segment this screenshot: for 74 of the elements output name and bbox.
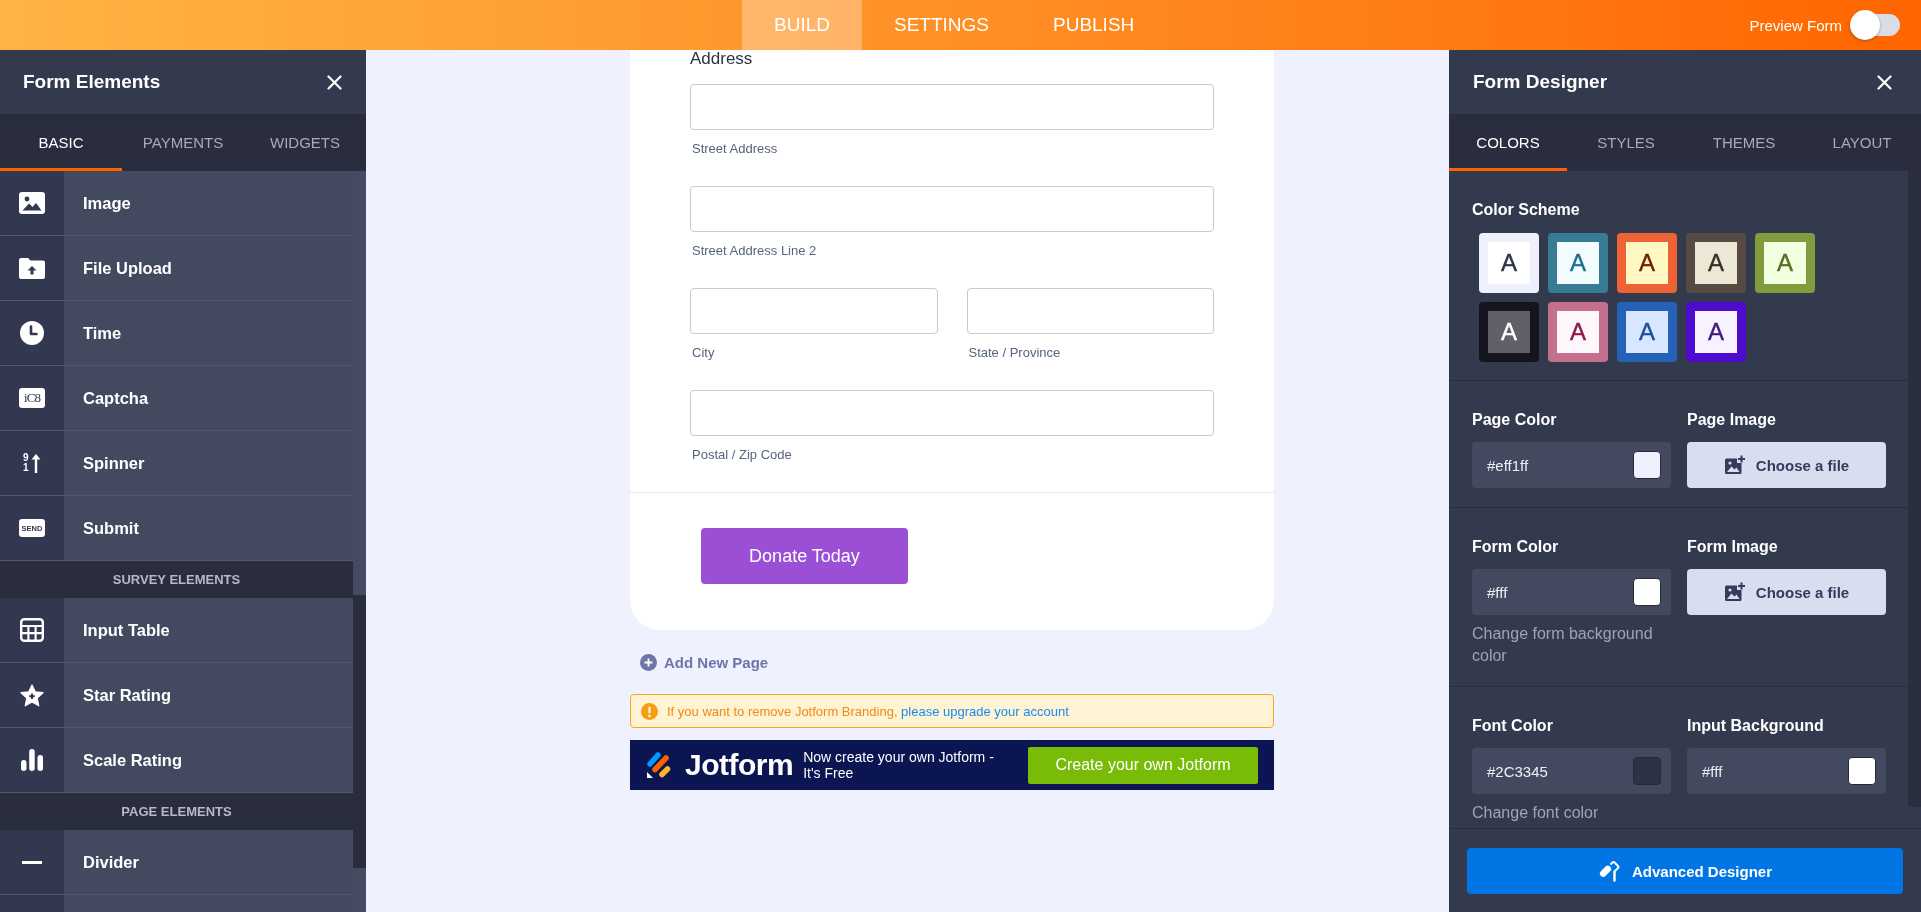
- preview-toggle[interactable]: [1850, 10, 1900, 40]
- text-input[interactable]: [690, 390, 1214, 436]
- notice-text: If you want to remove Jotform Branding, please upgrade your account: [667, 703, 1069, 719]
- color-scheme-option[interactable]: A: [1479, 233, 1539, 293]
- field-sublabel: Postal / Zip Code: [691, 447, 793, 463]
- text-input[interactable]: [966, 288, 1214, 334]
- warning-icon: [641, 702, 658, 720]
- field-sublabel: City: [691, 345, 716, 361]
- table-icon: [20, 618, 44, 642]
- image-add-icon: [1723, 455, 1746, 475]
- panel-tab[interactable]: LAYOUT: [1803, 114, 1921, 171]
- color-scheme-option[interactable]: A: [1617, 302, 1677, 362]
- section-heading: PAGE ELEMENTS: [0, 793, 353, 830]
- color-input[interactable]: #eff1ff: [1472, 442, 1671, 488]
- color-scheme-option[interactable]: A: [1479, 302, 1539, 362]
- dash-icon: [22, 860, 42, 864]
- paint-roller-icon: [1597, 860, 1620, 882]
- text-input[interactable]: [690, 186, 1214, 232]
- setting-label: Font Color: [1472, 716, 1554, 736]
- section-heading: SURVEY ELEMENTS: [0, 561, 353, 598]
- setting-label: Page Image: [1687, 410, 1777, 430]
- choose-file-button[interactable]: Choose a file: [1687, 442, 1886, 488]
- color-swatch[interactable]: [1633, 578, 1661, 606]
- color-scheme-option[interactable]: A: [1548, 233, 1608, 293]
- text-input[interactable]: [690, 84, 1214, 130]
- field-sublabel: Street Address: [691, 141, 779, 157]
- submit-button[interactable]: Donate Today: [701, 528, 908, 584]
- panel-tab[interactable]: WIDGETS: [244, 114, 366, 171]
- preview-form-label: Preview Form: [1749, 16, 1842, 34]
- help-text: Change font color: [1472, 803, 1600, 823]
- section-title: Color Scheme: [1472, 200, 1581, 220]
- setting-label: Input Background: [1687, 716, 1825, 736]
- panel-tab[interactable]: COLORS: [1449, 114, 1567, 171]
- setting-label: Form Color: [1472, 537, 1560, 557]
- color-scheme-option[interactable]: A: [1617, 233, 1677, 293]
- field-sublabel: Street Address Line 2: [691, 243, 818, 259]
- close-icon[interactable]: [1877, 74, 1892, 90]
- scrollbar-thumb[interactable]: [353, 595, 366, 868]
- folder-upload-icon: [19, 257, 45, 279]
- color-scheme-option[interactable]: A: [1548, 302, 1608, 362]
- panel-tab[interactable]: THEMES: [1685, 114, 1803, 171]
- captcha-icon: iC8: [19, 388, 45, 408]
- panel-tab[interactable]: PAYMENTS: [122, 114, 244, 171]
- color-input[interactable]: #2C3345: [1472, 748, 1671, 794]
- logo-icon: [646, 751, 673, 779]
- panel-title: Form Elements: [23, 71, 161, 93]
- clock-icon: [20, 321, 44, 345]
- field-label: Address: [690, 50, 754, 68]
- banner-tagline: Now create your own Jotform - It's Free: [803, 749, 995, 781]
- color-scheme-option[interactable]: A: [1755, 233, 1815, 293]
- color-input[interactable]: #fff: [1472, 569, 1671, 615]
- advanced-designer-button[interactable]: Advanced Designer: [1467, 848, 1903, 894]
- star-icon: [20, 683, 44, 707]
- brand-name: Jotform: [685, 750, 794, 780]
- add-page-button[interactable]: Add New Page: [640, 652, 769, 672]
- color-scheme-option[interactable]: A: [1686, 302, 1746, 362]
- choose-file-button[interactable]: Choose a file: [1687, 569, 1886, 615]
- image-icon: [19, 192, 45, 214]
- text-input[interactable]: [690, 288, 938, 334]
- field-sublabel: State / Province: [967, 345, 1062, 361]
- plus-circle-icon: [640, 653, 657, 671]
- bar-chart-icon: [21, 749, 43, 771]
- color-swatch[interactable]: [1633, 451, 1661, 479]
- color-swatch[interactable]: [1633, 757, 1661, 785]
- panel-title: Form Designer: [1473, 71, 1608, 93]
- setting-label: Page Color: [1472, 410, 1558, 430]
- color-input[interactable]: #fff: [1687, 748, 1886, 794]
- color-swatch[interactable]: [1848, 757, 1876, 785]
- help-text: Change form background color: [1472, 624, 1654, 666]
- image-add-icon: [1723, 582, 1746, 602]
- close-icon[interactable]: [327, 74, 342, 90]
- setting-label: Form Image: [1687, 537, 1779, 557]
- panel-tab[interactable]: STYLES: [1567, 114, 1685, 171]
- color-scheme-option[interactable]: A: [1686, 233, 1746, 293]
